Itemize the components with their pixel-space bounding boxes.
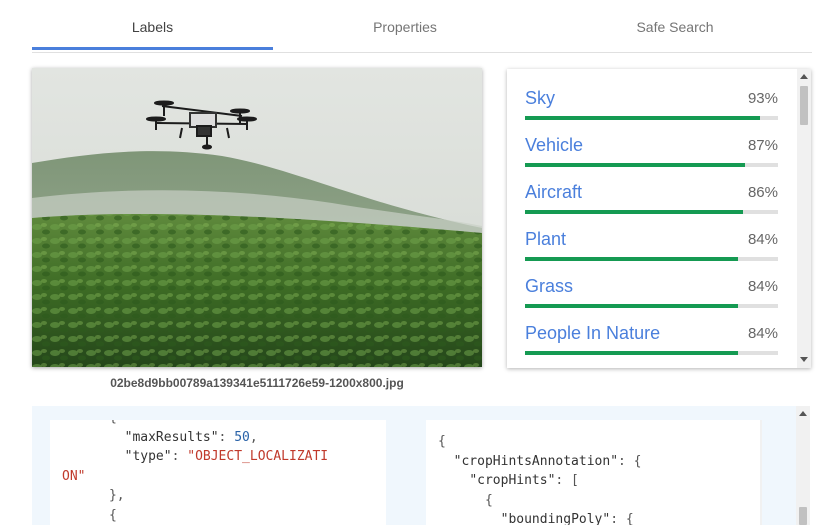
label-row: Vehicle 87% [525,135,778,182]
page-scrollbar[interactable] [796,406,810,525]
labels-scrollbar[interactable] [797,69,811,368]
response-scrollbar[interactable] [760,420,762,525]
label-score: 84% [747,278,778,295]
tab-safe-search[interactable]: Safe Search [555,0,795,51]
json-line: { [62,507,117,523]
score-bar [525,210,778,214]
json-string: "OBJECT_LOCALIZATI [187,449,329,464]
label-score: 87% [747,137,778,154]
json-line: { [484,492,493,508]
label-row: Grass 84% [525,276,778,323]
scroll-up-arrow-icon[interactable] [800,74,808,79]
score-bar [525,304,778,308]
json-string: ON" [62,468,86,484]
score-bar [525,116,778,120]
score-bar [525,257,778,261]
score-bar-fill [525,257,738,261]
label-row: Sky 93% [525,88,778,135]
tab-properties[interactable]: Properties [285,0,525,51]
label-score: 86% [747,184,778,201]
tab-labels[interactable]: Labels [32,0,273,51]
json-response-area: { "maxResults": 50, "type": "OBJECT_LOCA… [32,406,796,525]
labels-list: Sky 93% Vehicle 87% Aircraft 86% Plant 8… [507,69,811,368]
json-request-panel[interactable]: { "maxResults": 50, "type": "OBJECT_LOCA… [50,420,386,525]
json-key: "maxResults" [124,429,219,445]
score-bar-fill [525,210,743,214]
score-bar-fill [525,163,746,167]
json-response-panel[interactable]: { "cropHintsAnnotation": { "cropHints": … [426,420,762,525]
label-name[interactable]: Grass [525,276,573,297]
scroll-thumb[interactable] [800,86,808,125]
label-score: 93% [747,90,778,107]
json-number: 50 [234,429,250,445]
json-line: { [438,434,446,449]
json-key: "boundingPoly" [500,512,611,525]
scroll-thumb[interactable] [799,507,807,525]
json-key: "type" [124,449,172,464]
scroll-up-arrow-icon[interactable] [799,411,807,416]
label-name[interactable]: Sky [525,88,555,109]
score-bar [525,163,778,167]
label-row: People In Nature 84% [525,323,778,368]
label-score: 84% [747,231,778,248]
json-line: { [62,420,117,425]
score-bar [525,351,778,355]
scroll-down-arrow-icon[interactable] [800,357,808,362]
analyzed-image [32,68,482,367]
label-name[interactable]: Aircraft [525,182,582,203]
json-key: "cropHints" [469,473,556,488]
image-filename: 02be8d9bb00789a139341e5111726e59-1200x80… [110,376,404,390]
label-score: 84% [747,325,778,342]
label-name[interactable]: People In Nature [525,323,660,344]
drone-field-photo [32,68,482,367]
label-name[interactable]: Vehicle [525,135,583,156]
score-bar-fill [525,304,738,308]
label-row: Plant 84% [525,229,778,276]
label-name[interactable]: Plant [525,229,566,250]
json-line: }, [62,488,125,503]
active-tab-indicator [32,47,273,50]
json-key: "cropHintsAnnotation" [453,453,619,469]
tab-bar: Labels Properties Safe Search [32,0,812,53]
score-bar-fill [525,116,761,120]
score-bar-fill [525,351,738,355]
label-row: Aircraft 86% [525,182,778,229]
